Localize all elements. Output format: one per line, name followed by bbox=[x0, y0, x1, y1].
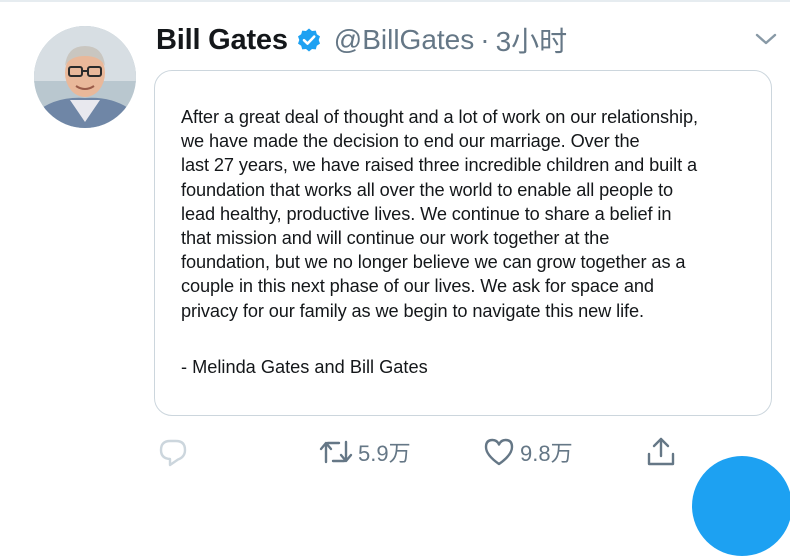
statement-line: After a great deal of thought and a lot … bbox=[181, 107, 698, 127]
user-handle[interactable]: @BillGates bbox=[334, 24, 474, 56]
verified-badge-icon bbox=[296, 27, 322, 53]
statement-line: foundation that works all over the world… bbox=[181, 179, 674, 200]
tweet-header: Bill Gates @BillGates · 3小时 bbox=[156, 20, 567, 60]
retweet-count: 5.9万 bbox=[358, 441, 411, 466]
chevron-down-icon[interactable] bbox=[752, 28, 780, 50]
tweet-actions: 5.9万 9.8万 bbox=[0, 432, 790, 472]
statement-line: we have made the decision to end our mar… bbox=[181, 131, 640, 152]
statement-line: last 27 years, we have raised three incr… bbox=[181, 155, 697, 176]
retweet-icon bbox=[319, 440, 353, 464]
like-button[interactable]: 9.8万 bbox=[482, 432, 573, 472]
tweet-timestamp[interactable]: 3小时 bbox=[496, 20, 568, 60]
statement-signature: - Melinda Gates and Bill Gates bbox=[181, 357, 428, 377]
display-name[interactable]: Bill Gates bbox=[156, 24, 288, 57]
compose-fab-button[interactable] bbox=[692, 456, 790, 556]
statement-line: privacy for our family as we begin to na… bbox=[181, 300, 644, 321]
reply-button[interactable] bbox=[156, 432, 190, 472]
header-separator: · bbox=[480, 24, 490, 55]
retweet-button[interactable]: 5.9万 bbox=[318, 432, 411, 472]
statement-line: that mission and will continue our work … bbox=[181, 228, 610, 249]
statement-line: lead healthy, productive lives. We conti… bbox=[181, 203, 672, 224]
avatar-image bbox=[34, 26, 136, 128]
statement-line: couple in this next phase of our lives. … bbox=[181, 276, 654, 297]
share-button[interactable] bbox=[644, 432, 678, 472]
statement-line: foundation, but we no longer believe we … bbox=[181, 252, 686, 273]
heart-icon bbox=[484, 438, 514, 466]
share-icon bbox=[647, 437, 675, 466]
avatar[interactable] bbox=[34, 26, 136, 128]
statement-card[interactable]: After a great deal of thought and a lot … bbox=[154, 70, 772, 416]
reply-icon bbox=[159, 439, 187, 467]
like-count: 9.8万 bbox=[520, 441, 573, 466]
statement-text: After a great deal of thought and a lot … bbox=[181, 105, 761, 323]
top-divider bbox=[0, 0, 790, 2]
